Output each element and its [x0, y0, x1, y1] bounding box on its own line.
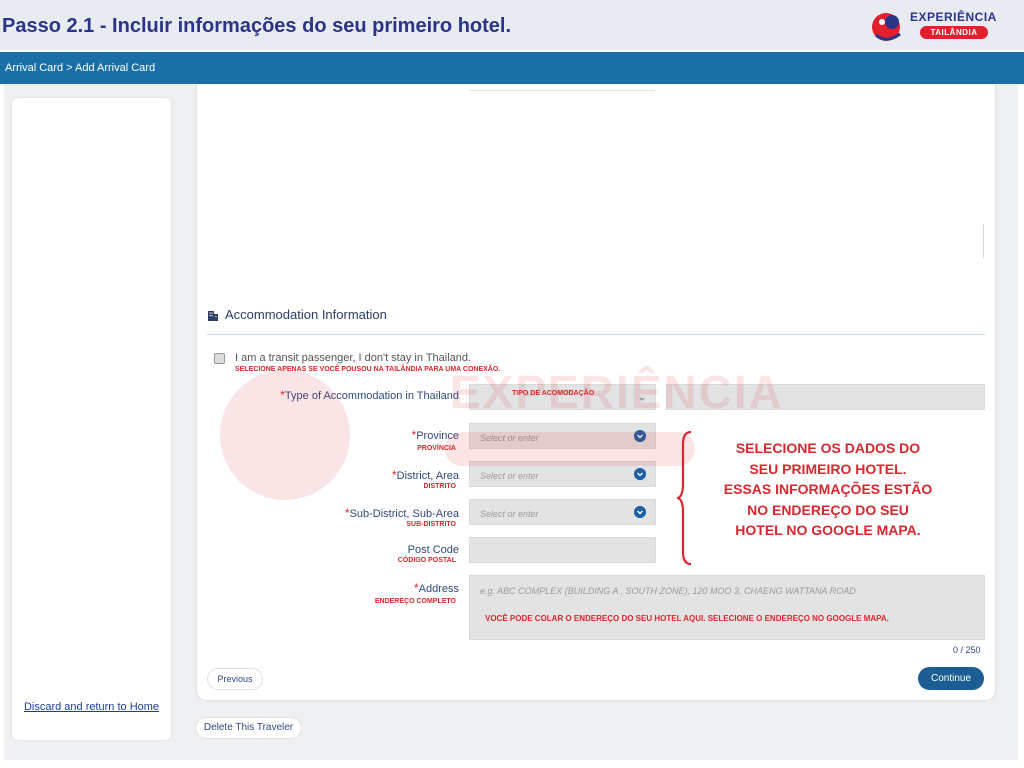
address-overlay: VOCÊ PODE COLAR O ENDEREÇO DO SEU HOTEL … [485, 614, 889, 623]
district-select[interactable]: Select or enter [469, 461, 656, 487]
section-divider [207, 334, 985, 335]
address-sublabel: ENDEREÇO COMPLETO [374, 598, 456, 605]
continue-button[interactable]: Continue [918, 667, 984, 690]
caret-down-icon [639, 398, 645, 401]
brand-logo: EXPERIÊNCIA TAILÂNDIA [870, 6, 1010, 46]
section-header: Accommodation Information [207, 307, 387, 322]
transit-checkbox[interactable] [214, 353, 225, 364]
transit-label[interactable]: I am a transit passenger, I don't stay i… [235, 352, 471, 364]
scrollbar-track[interactable] [983, 224, 984, 258]
province-placeholder: Select or enter [480, 433, 539, 443]
type-label: *Type of Accommodation in Thailand [280, 388, 459, 402]
breadcrumb[interactable]: Arrival Card > Add Arrival Card [5, 62, 155, 74]
annotation-text: SELECIONE OS DADOS DO SEU PRIMEIRO HOTEL… [723, 440, 933, 539]
address-textarea[interactable]: e.g. ABC COMPLEX (BUILDING A , SOUTH ZON… [469, 575, 985, 640]
accommodation-type-select[interactable]: TIPO DE ACOMODAÇÃO [469, 384, 656, 410]
subdistrict-select[interactable]: Select or enter [469, 499, 656, 525]
accommodation-type-other-input[interactable] [666, 384, 985, 410]
address-placeholder: e.g. ABC COMPLEX (BUILDING A , SOUTH ZON… [480, 586, 856, 596]
brand-mascot-icon [872, 13, 901, 41]
form-card: Accommodation Information I am a transit… [197, 84, 995, 700]
transit-note: SELECIONE APENAS SE VOCÊ POUSOU NA TAILÂ… [235, 366, 501, 373]
page-title: Passo 2.1 - Incluir informações do seu p… [2, 15, 512, 37]
chevron-down-icon [634, 506, 646, 518]
brand-name-top: EXPERIÊNCIA [910, 10, 997, 24]
district-label: *District, Area [391, 468, 459, 482]
subdistrict-label: *Sub-District, Sub-Area [344, 506, 459, 520]
subdistrict-placeholder: Select or enter [480, 509, 539, 519]
address-char-counter: 0 / 250 [953, 645, 981, 655]
brand-name-bottom: TAILÂNDIA [920, 26, 988, 39]
sidebar: Discard and return to Home [12, 98, 171, 740]
district-placeholder: Select or enter [480, 471, 539, 481]
province-select[interactable]: Select or enter [469, 423, 656, 449]
brace-annotation-icon [677, 430, 692, 566]
district-sublabel: DISTRITO [423, 483, 456, 490]
postcode-label: Post Code [407, 544, 459, 556]
top-banner: Passo 2.1 - Incluir informações do seu p… [0, 0, 1024, 50]
previous-field-edge [469, 90, 655, 102]
navbar: Arrival Card > Add Arrival Card [0, 52, 1024, 84]
chevron-down-icon [634, 468, 646, 480]
address-label: *Address [413, 581, 459, 595]
section-title: Accommodation Information [225, 307, 387, 322]
previous-button[interactable]: Previous [207, 668, 263, 690]
discard-link[interactable]: Discard and return to Home [12, 700, 171, 714]
building-icon [208, 310, 218, 321]
province-label: *Province [411, 428, 459, 442]
chevron-down-icon [634, 430, 646, 442]
province-sublabel: PROVÍNCIA [417, 445, 456, 452]
subdistrict-sublabel: SUB-DISTRITO [406, 521, 456, 528]
postcode-input[interactable] [469, 537, 656, 563]
type-overlay: TIPO DE ACOMODAÇÃO [512, 390, 595, 397]
delete-traveler-button[interactable]: Delete This Traveler [195, 717, 302, 739]
postcode-sublabel: CÓDIGO POSTAL [397, 557, 456, 564]
